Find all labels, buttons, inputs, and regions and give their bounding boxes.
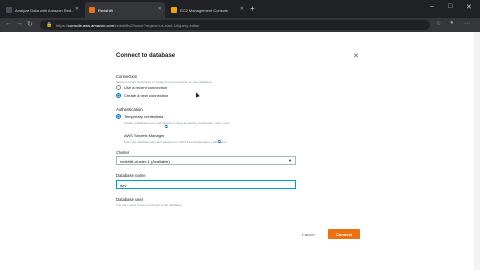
modal-title: Connect to database xyxy=(116,53,176,59)
database-user-description: The user name to use to connect to the d… xyxy=(116,203,183,207)
authentication-label: Authentication xyxy=(116,107,143,112)
tab-analyze-data[interactable]: Analyze Data with Amazon Red... ✕ xyxy=(2,2,82,18)
radio-label: AWS Secrets Manager xyxy=(124,133,165,138)
browser-tab-strip: Analyze Data with Amazon Red... ✕ Redshi… xyxy=(0,0,480,18)
new-tab-button[interactable]: + xyxy=(250,4,255,13)
url-scheme: https:// xyxy=(56,23,69,28)
cluster-label: Cluster xyxy=(116,150,130,155)
favorites-star-icon[interactable]: ☆ xyxy=(436,20,441,27)
database-name-value: dev xyxy=(120,182,127,188)
connection-description: Select a recent connection or create a n… xyxy=(116,80,213,84)
radio-temporary-credentials[interactable]: Temporary credentials xyxy=(116,114,163,119)
tab-label: Analyze Data with Amazon Red... xyxy=(15,7,75,13)
close-tab-icon[interactable]: ✕ xyxy=(75,6,79,12)
tab-redshift[interactable]: Redshift ✕ xyxy=(85,2,165,18)
url-host: console.aws.amazon.com xyxy=(68,23,115,28)
radio-label: Temporary credentials xyxy=(124,114,164,119)
database-name-label: Database name xyxy=(116,173,146,178)
lock-icon: 🔒 xyxy=(46,22,53,28)
connect-button[interactable]: Connect xyxy=(328,229,360,239)
cancel-button[interactable]: Cancel xyxy=(302,232,314,237)
database-name-input[interactable]: dev xyxy=(116,180,296,189)
close-icon[interactable]: ✕ xyxy=(353,52,359,60)
tab-label: Redshift xyxy=(98,7,113,13)
close-window-icon[interactable]: ✕ xyxy=(466,3,472,11)
connect-database-modal xyxy=(110,45,370,250)
tab-favicon-icon xyxy=(171,7,177,13)
temporary-credentials-description: Create a database user and password usin… xyxy=(124,121,230,125)
cluster-selected-value: redshift-cluster-1 (Available) xyxy=(120,158,170,164)
radio-label: Use a recent connection xyxy=(124,85,168,90)
forward-icon[interactable]: → xyxy=(16,20,23,27)
external-link-icon[interactable]: ⧉ xyxy=(218,139,221,144)
tab-favicon-icon xyxy=(6,7,12,13)
tab-label: EC2 Management Console xyxy=(180,7,229,13)
maximize-icon[interactable]: □ xyxy=(448,3,452,10)
radio-icon[interactable] xyxy=(116,85,121,90)
tab-favicon-icon xyxy=(89,7,95,13)
caret-down-icon: ▼ xyxy=(288,158,292,163)
radio-use-recent-connection[interactable]: Use a recent connection xyxy=(116,85,167,90)
address-bar[interactable]: 🔒 https://console.aws.amazon.com/redshif… xyxy=(40,20,430,30)
close-tab-icon[interactable]: ✕ xyxy=(158,6,162,12)
tab-ec2-console[interactable]: EC2 Management Console ✕ xyxy=(167,2,247,18)
radio-label: Create a new connection xyxy=(124,93,169,98)
cluster-select[interactable]: redshift-cluster-1 (Available) ▼ xyxy=(116,156,296,165)
reload-icon[interactable]: ↻ xyxy=(27,20,33,28)
page-scroll-area xyxy=(474,32,480,270)
database-user-label: Database user xyxy=(116,197,144,202)
more-menu-icon[interactable]: ⋯ xyxy=(464,20,470,27)
connection-label: Connection xyxy=(116,74,138,79)
close-tab-icon[interactable]: ✕ xyxy=(240,6,244,12)
secrets-manager-description: Store the database user and password in … xyxy=(124,140,227,144)
radio-selected-icon[interactable] xyxy=(116,114,121,119)
minimize-icon[interactable]: – xyxy=(430,3,434,10)
url-path: /redshiftv2/home?region=us-east-1#query-… xyxy=(114,23,200,28)
browser-toolbar: ← → ↻ 🔒 https://console.aws.amazon.com/r… xyxy=(0,18,480,32)
radio-selected-icon[interactable] xyxy=(116,93,121,98)
radio-create-new-connection[interactable]: Create a new connection xyxy=(116,93,168,98)
radio-aws-secrets-manager[interactable]: AWS Secrets Manager xyxy=(116,133,165,138)
external-link-icon[interactable]: ⧉ xyxy=(165,124,168,129)
back-icon[interactable]: ← xyxy=(5,20,12,27)
profile-icon[interactable]: ● xyxy=(450,20,454,26)
